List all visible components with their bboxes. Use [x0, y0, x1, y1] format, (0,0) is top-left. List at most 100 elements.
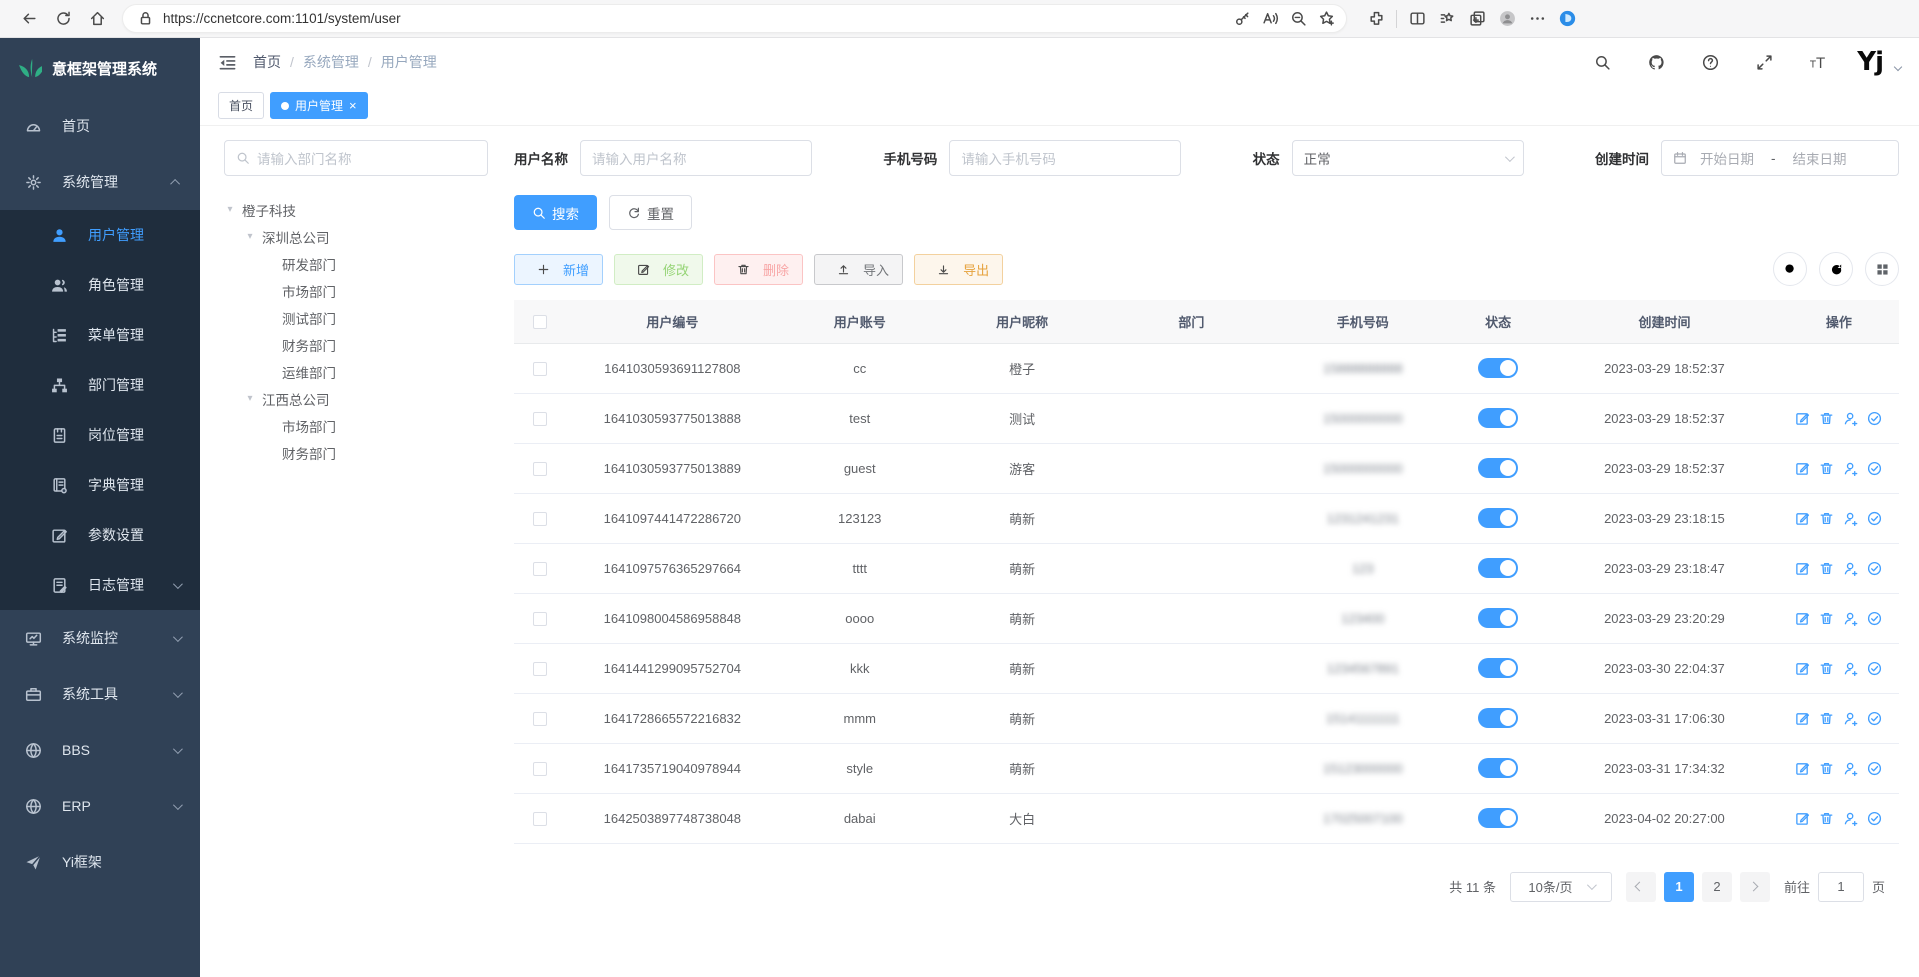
page-button-2[interactable]: 2	[1702, 872, 1732, 902]
delete-icon[interactable]	[1819, 461, 1834, 476]
tree-expand-icon[interactable]: ▾	[224, 204, 236, 215]
row-checkbox[interactable]	[533, 712, 547, 726]
row-checkbox[interactable]	[533, 462, 547, 476]
next-page-button[interactable]	[1740, 872, 1770, 902]
sidebar-item-role[interactable]: 角色管理	[0, 260, 200, 310]
status-toggle[interactable]	[1478, 558, 1518, 578]
sidebar-item-post[interactable]: 岗位管理	[0, 410, 200, 460]
assign-role-icon[interactable]	[1867, 411, 1882, 426]
sidebar-item-dept[interactable]: 部门管理	[0, 360, 200, 410]
edit-icon[interactable]	[1795, 461, 1810, 476]
breadcrumb-system[interactable]: 系统管理	[303, 52, 359, 72]
reset-password-icon[interactable]	[1843, 811, 1858, 826]
tab-home[interactable]: 首页	[218, 92, 264, 119]
browser-profile-icon[interactable]	[1492, 4, 1522, 34]
reset-password-icon[interactable]	[1843, 611, 1858, 626]
tree-node[interactable]: 市场部门	[224, 412, 488, 439]
tree-node[interactable]: ▾江西总公司	[224, 385, 488, 412]
sidebar-item-user[interactable]: 用户管理	[0, 210, 200, 260]
status-toggle[interactable]	[1478, 358, 1518, 378]
row-checkbox[interactable]	[533, 812, 547, 826]
navbar-github-icon[interactable]	[1641, 47, 1671, 77]
status-toggle[interactable]	[1478, 758, 1518, 778]
delete-icon[interactable]	[1819, 561, 1834, 576]
reset-password-icon[interactable]	[1843, 561, 1858, 576]
sidebar-item-dict[interactable]: 字典管理	[0, 460, 200, 510]
navbar-search-icon[interactable]	[1587, 47, 1617, 77]
import-button[interactable]: 导入	[814, 254, 903, 285]
sidebar-item-erp[interactable]: ERP	[0, 778, 200, 834]
browser-tab-actions-icon[interactable]	[1462, 4, 1492, 34]
assign-role-icon[interactable]	[1867, 561, 1882, 576]
row-checkbox[interactable]	[533, 612, 547, 626]
tree-node[interactable]: 财务部门	[224, 331, 488, 358]
assign-role-icon[interactable]	[1867, 461, 1882, 476]
prev-page-button[interactable]	[1626, 872, 1656, 902]
select-all-checkbox[interactable]	[533, 315, 547, 329]
navbar-help-icon[interactable]	[1695, 47, 1725, 77]
tree-expand-icon[interactable]: ▾	[244, 231, 256, 242]
page-size-select[interactable]: 10条/页	[1510, 872, 1612, 902]
browser-home-icon[interactable]	[82, 4, 112, 34]
assign-role-icon[interactable]	[1867, 711, 1882, 726]
reset-password-icon[interactable]	[1843, 711, 1858, 726]
address-bar[interactable]: https://ccnetcore.com:1101/system/user	[122, 4, 1347, 33]
delete-icon[interactable]	[1819, 711, 1834, 726]
delete-icon[interactable]	[1819, 611, 1834, 626]
sidebar-item-monitor[interactable]: 系统监控	[0, 610, 200, 666]
row-checkbox[interactable]	[533, 362, 547, 376]
add-button[interactable]: 新增	[514, 254, 603, 285]
browser-extensions-icon[interactable]	[1361, 4, 1391, 34]
browser-back-icon[interactable]	[14, 4, 44, 34]
browser-more-icon[interactable]	[1522, 4, 1552, 34]
addressbar-key-icon[interactable]	[1228, 5, 1256, 33]
edit-icon[interactable]	[1795, 411, 1810, 426]
addressbar-zoom-out-icon[interactable]	[1284, 5, 1312, 33]
assign-role-icon[interactable]	[1867, 761, 1882, 776]
assign-role-icon[interactable]	[1867, 661, 1882, 676]
sidebar-item-home[interactable]: 首页	[0, 98, 200, 154]
edit-icon[interactable]	[1795, 611, 1810, 626]
search-button[interactable]: 搜索	[514, 195, 597, 230]
avatar-dropdown-caret-icon[interactable]	[1894, 63, 1902, 71]
row-checkbox[interactable]	[533, 512, 547, 526]
edit-icon[interactable]	[1795, 511, 1810, 526]
edit-icon[interactable]	[1795, 661, 1810, 676]
assign-role-icon[interactable]	[1867, 611, 1882, 626]
breadcrumb-home[interactable]: 首页	[253, 52, 281, 72]
sidebar-item-menu[interactable]: 菜单管理	[0, 310, 200, 360]
username-input[interactable]: 请输入用户名称	[580, 140, 812, 176]
browser-split-screen-icon[interactable]	[1402, 4, 1432, 34]
tree-node[interactable]: 测试部门	[224, 304, 488, 331]
edit-icon[interactable]	[1795, 761, 1810, 776]
delete-icon[interactable]	[1819, 661, 1834, 676]
status-toggle[interactable]	[1478, 508, 1518, 528]
export-button[interactable]: 导出	[914, 254, 1003, 285]
close-icon[interactable]: ×	[349, 99, 357, 112]
tree-node[interactable]: 市场部门	[224, 277, 488, 304]
browser-copilot-icon[interactable]	[1552, 4, 1582, 34]
reset-password-icon[interactable]	[1843, 411, 1858, 426]
addressbar-favorite-add-icon[interactable]	[1312, 5, 1340, 33]
tree-expand-icon[interactable]: ▾	[244, 393, 256, 404]
dept-search-input[interactable]: 请输入部门名称	[224, 140, 488, 176]
sidebar-item-param[interactable]: 参数设置	[0, 510, 200, 560]
phone-input[interactable]: 请输入手机号码	[949, 140, 1181, 176]
tree-node[interactable]: 运维部门	[224, 358, 488, 385]
addressbar-read-aloud-icon[interactable]	[1256, 5, 1284, 33]
row-checkbox[interactable]	[533, 762, 547, 776]
browser-collections-icon[interactable]	[1432, 4, 1462, 34]
status-toggle[interactable]	[1478, 608, 1518, 628]
tree-node[interactable]: ▾深圳总公司	[224, 223, 488, 250]
status-toggle[interactable]	[1478, 708, 1518, 728]
sidebar-fold-icon[interactable]	[218, 53, 237, 72]
status-toggle[interactable]	[1478, 658, 1518, 678]
delete-icon[interactable]	[1819, 511, 1834, 526]
reset-password-icon[interactable]	[1843, 461, 1858, 476]
navbar-font-size-icon[interactable]: TT	[1803, 47, 1833, 77]
tab-user-management[interactable]: 用户管理 ×	[270, 92, 368, 119]
reset-password-icon[interactable]	[1843, 761, 1858, 776]
edit-icon[interactable]	[1795, 711, 1810, 726]
edit-button[interactable]: 修改	[614, 254, 703, 285]
edit-icon[interactable]	[1795, 561, 1810, 576]
